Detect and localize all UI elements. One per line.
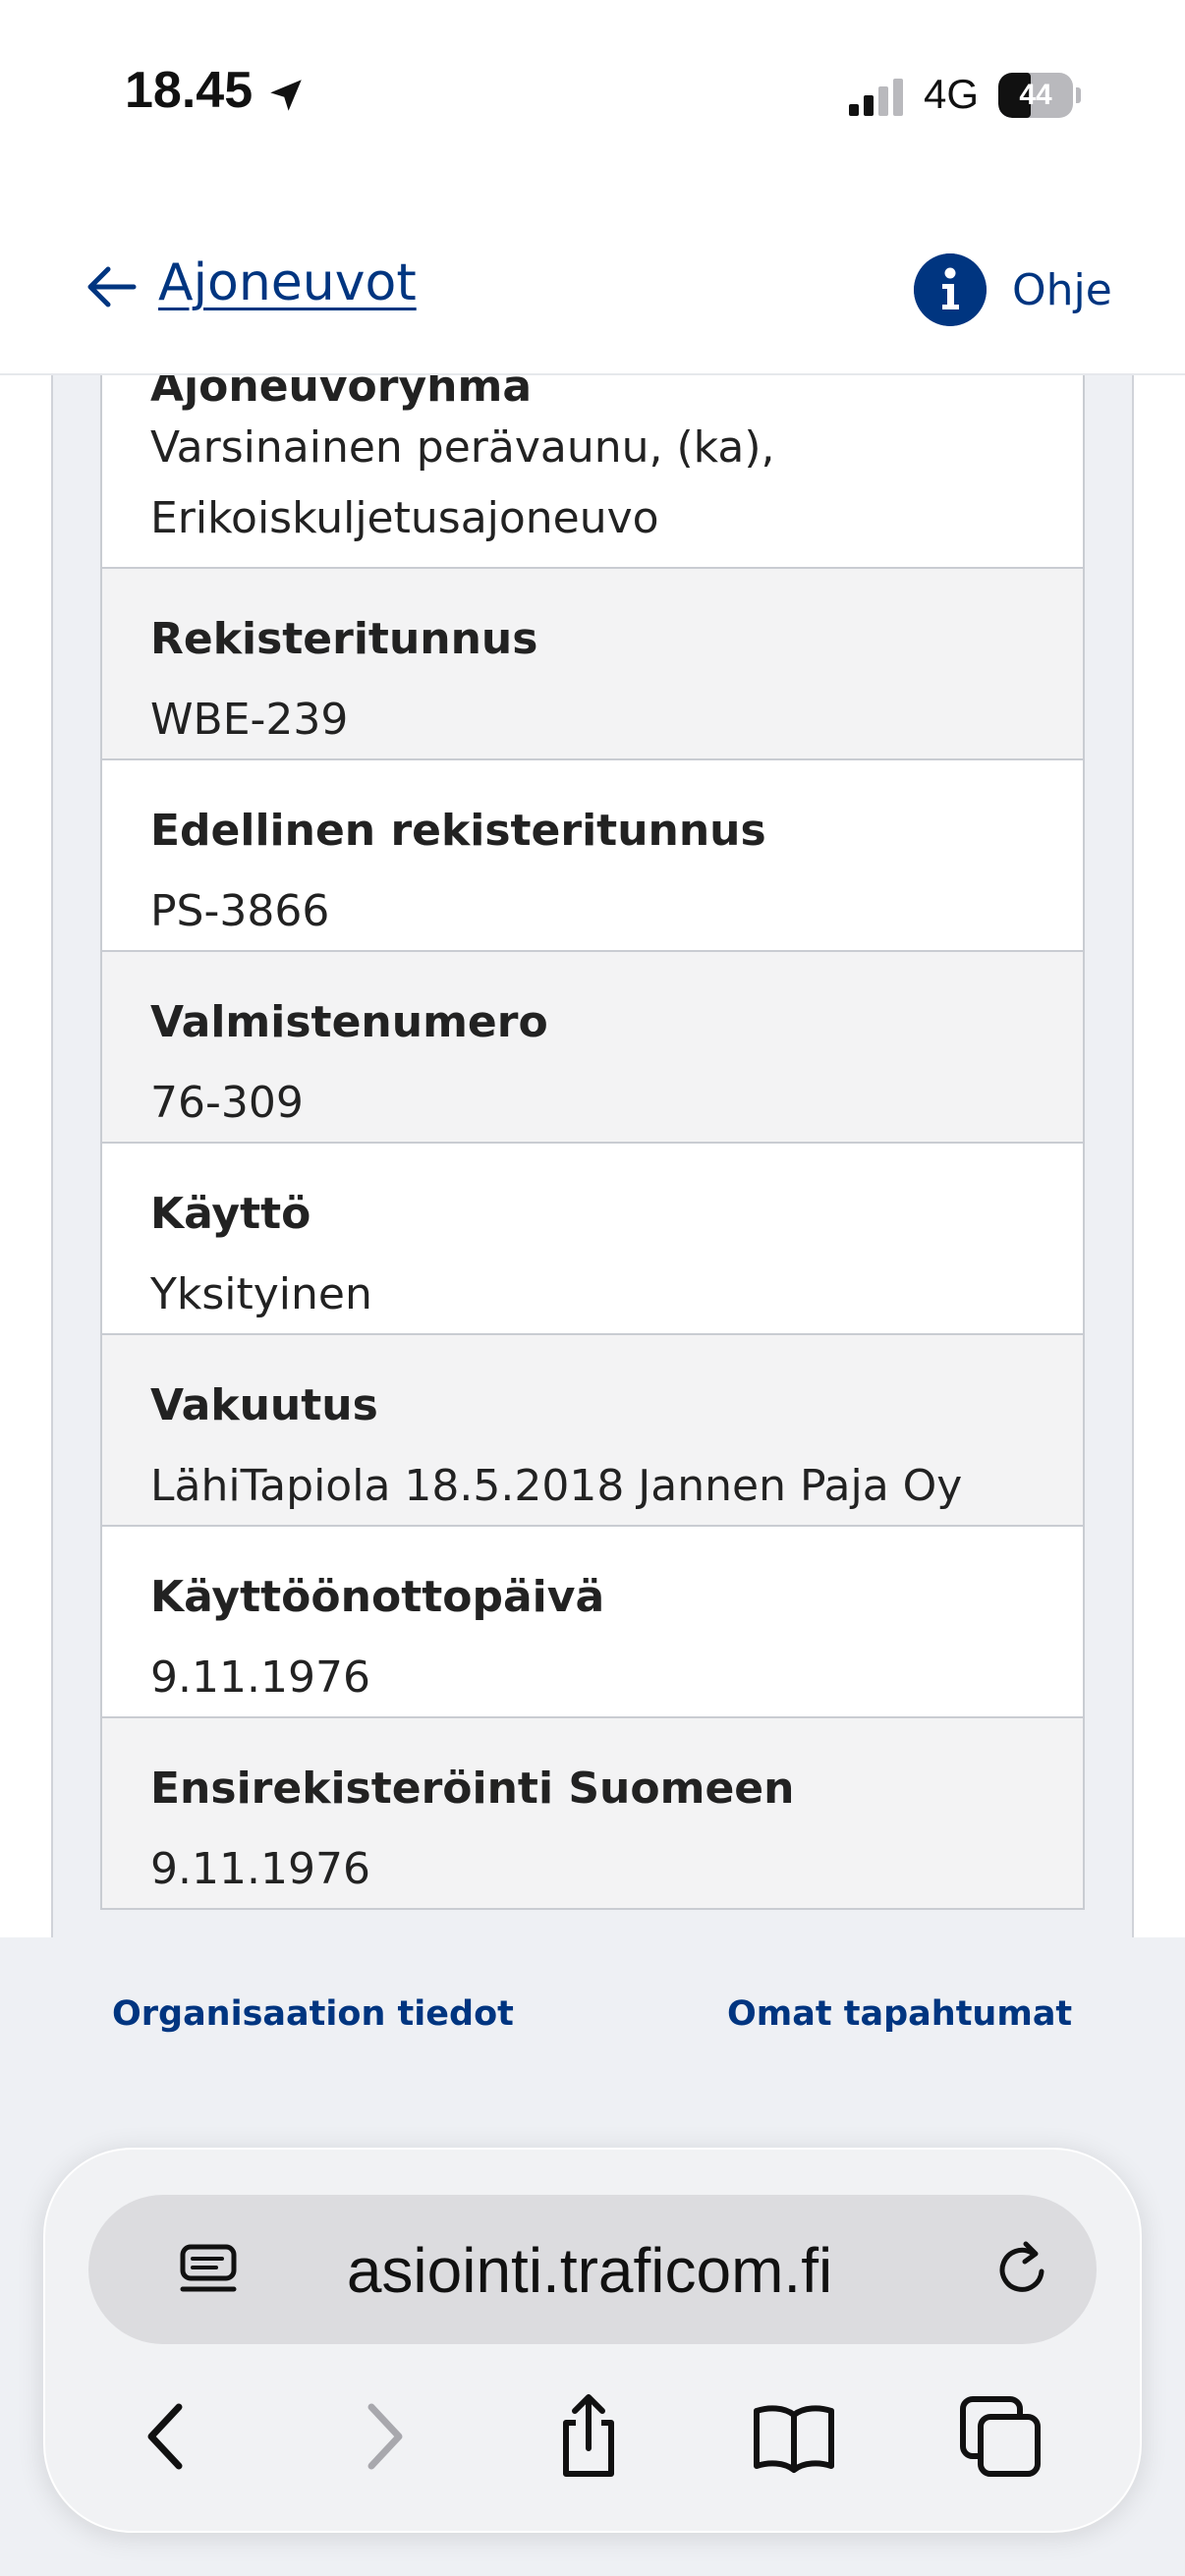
- cellular-signal-icon: [849, 79, 903, 116]
- detail-row-serial-number: Valmistenumero 76-309: [100, 952, 1085, 1144]
- detail-row-usage: Käyttö Yksityinen: [100, 1144, 1085, 1335]
- detail-label: Käyttöönottopäivä: [150, 1572, 605, 1622]
- organization-info-link[interactable]: Organisaation tiedot: [112, 1994, 514, 2034]
- my-events-link[interactable]: Omat tapahtumat: [727, 1994, 1072, 2034]
- battery-level: 44: [1019, 79, 1052, 111]
- detail-label: Ajoneuvoryhmä: [150, 375, 533, 412]
- location-arrow-icon: [270, 80, 302, 111]
- detail-label: Vakuutus: [150, 1380, 378, 1430]
- detail-row-first-registration: Ensirekisteröinti Suomeen 9.11.1976: [100, 1718, 1085, 1910]
- detail-label: Rekisteritunnus: [150, 614, 538, 664]
- detail-value: LähiTapiola 18.5.2018 Jannen Paja Oy: [150, 1461, 963, 1511]
- details-list: Ajoneuvoryhmä Varsinainen perävaunu, (ka…: [100, 375, 1085, 1910]
- detail-label: Ensirekisteröinti Suomeen: [150, 1764, 795, 1814]
- app-header: Ajoneuvot Ohje: [0, 196, 1185, 375]
- help-button[interactable]: Ohje: [914, 253, 1159, 326]
- detail-row-registration: Rekisteritunnus WBE-239: [100, 569, 1085, 760]
- detail-value: PS-3866: [150, 886, 330, 936]
- help-label: Ohje: [1012, 265, 1112, 315]
- reload-icon[interactable]: [992, 2238, 1055, 2301]
- detail-label: Käyttö: [150, 1189, 311, 1239]
- detail-row-commissioning-date: Käyttöönottopäivä 9.11.1976: [100, 1527, 1085, 1718]
- share-icon[interactable]: [542, 2391, 633, 2482]
- url-text: asiointi.traficom.fi: [346, 2235, 833, 2306]
- detail-row-insurance: Vakuutus LähiTapiola 18.5.2018 Jannen Pa…: [100, 1335, 1085, 1527]
- forward-icon[interactable]: [336, 2391, 426, 2482]
- detail-row-vehicle-group: Ajoneuvoryhmä Varsinainen perävaunu, (ka…: [100, 375, 1085, 569]
- detail-value: Yksityinen: [150, 1269, 372, 1319]
- detail-value: 76-309: [150, 1078, 304, 1128]
- battery-icon: 44: [998, 73, 1081, 118]
- page: 18.45 4G 44 Ajoneuvot Ohje Ajoneuvoryhmä…: [0, 0, 1185, 2576]
- bottom-nav-links: Organisaation tiedot Omat tapahtumat: [0, 1937, 1185, 2134]
- vehicle-details-content: Ajoneuvoryhmä Varsinainen perävaunu, (ka…: [0, 375, 1185, 1937]
- battery-body: 44: [998, 73, 1073, 118]
- battery-cap: [1076, 87, 1081, 103]
- tabs-icon[interactable]: [955, 2391, 1045, 2482]
- detail-value: 9.11.1976: [150, 1652, 370, 1703]
- detail-label: Edellinen rekisteritunnus: [150, 806, 766, 856]
- browser-toolbar: asiointi.traficom.fi: [43, 2148, 1142, 2533]
- back-icon[interactable]: [124, 2391, 214, 2482]
- detail-value: Varsinainen perävaunu, (ka), Erikoiskulj…: [150, 422, 775, 543]
- page-menu-icon[interactable]: [179, 2244, 240, 2299]
- network-type: 4G: [924, 71, 980, 117]
- back-arrow-icon[interactable]: [85, 265, 138, 308]
- status-bar: 18.45 4G 44: [0, 0, 1185, 196]
- address-bar[interactable]: asiointi.traficom.fi: [88, 2195, 1097, 2344]
- detail-row-previous-registration: Edellinen rekisteritunnus PS-3866: [100, 760, 1085, 952]
- detail-value: 9.11.1976: [150, 1844, 370, 1894]
- status-time: 18.45: [125, 62, 254, 119]
- detail-value: WBE-239: [150, 695, 349, 745]
- bookmarks-icon[interactable]: [749, 2391, 839, 2482]
- detail-label: Valmistenumero: [150, 997, 548, 1047]
- back-link[interactable]: Ajoneuvot: [158, 253, 417, 312]
- info-icon: [914, 253, 987, 326]
